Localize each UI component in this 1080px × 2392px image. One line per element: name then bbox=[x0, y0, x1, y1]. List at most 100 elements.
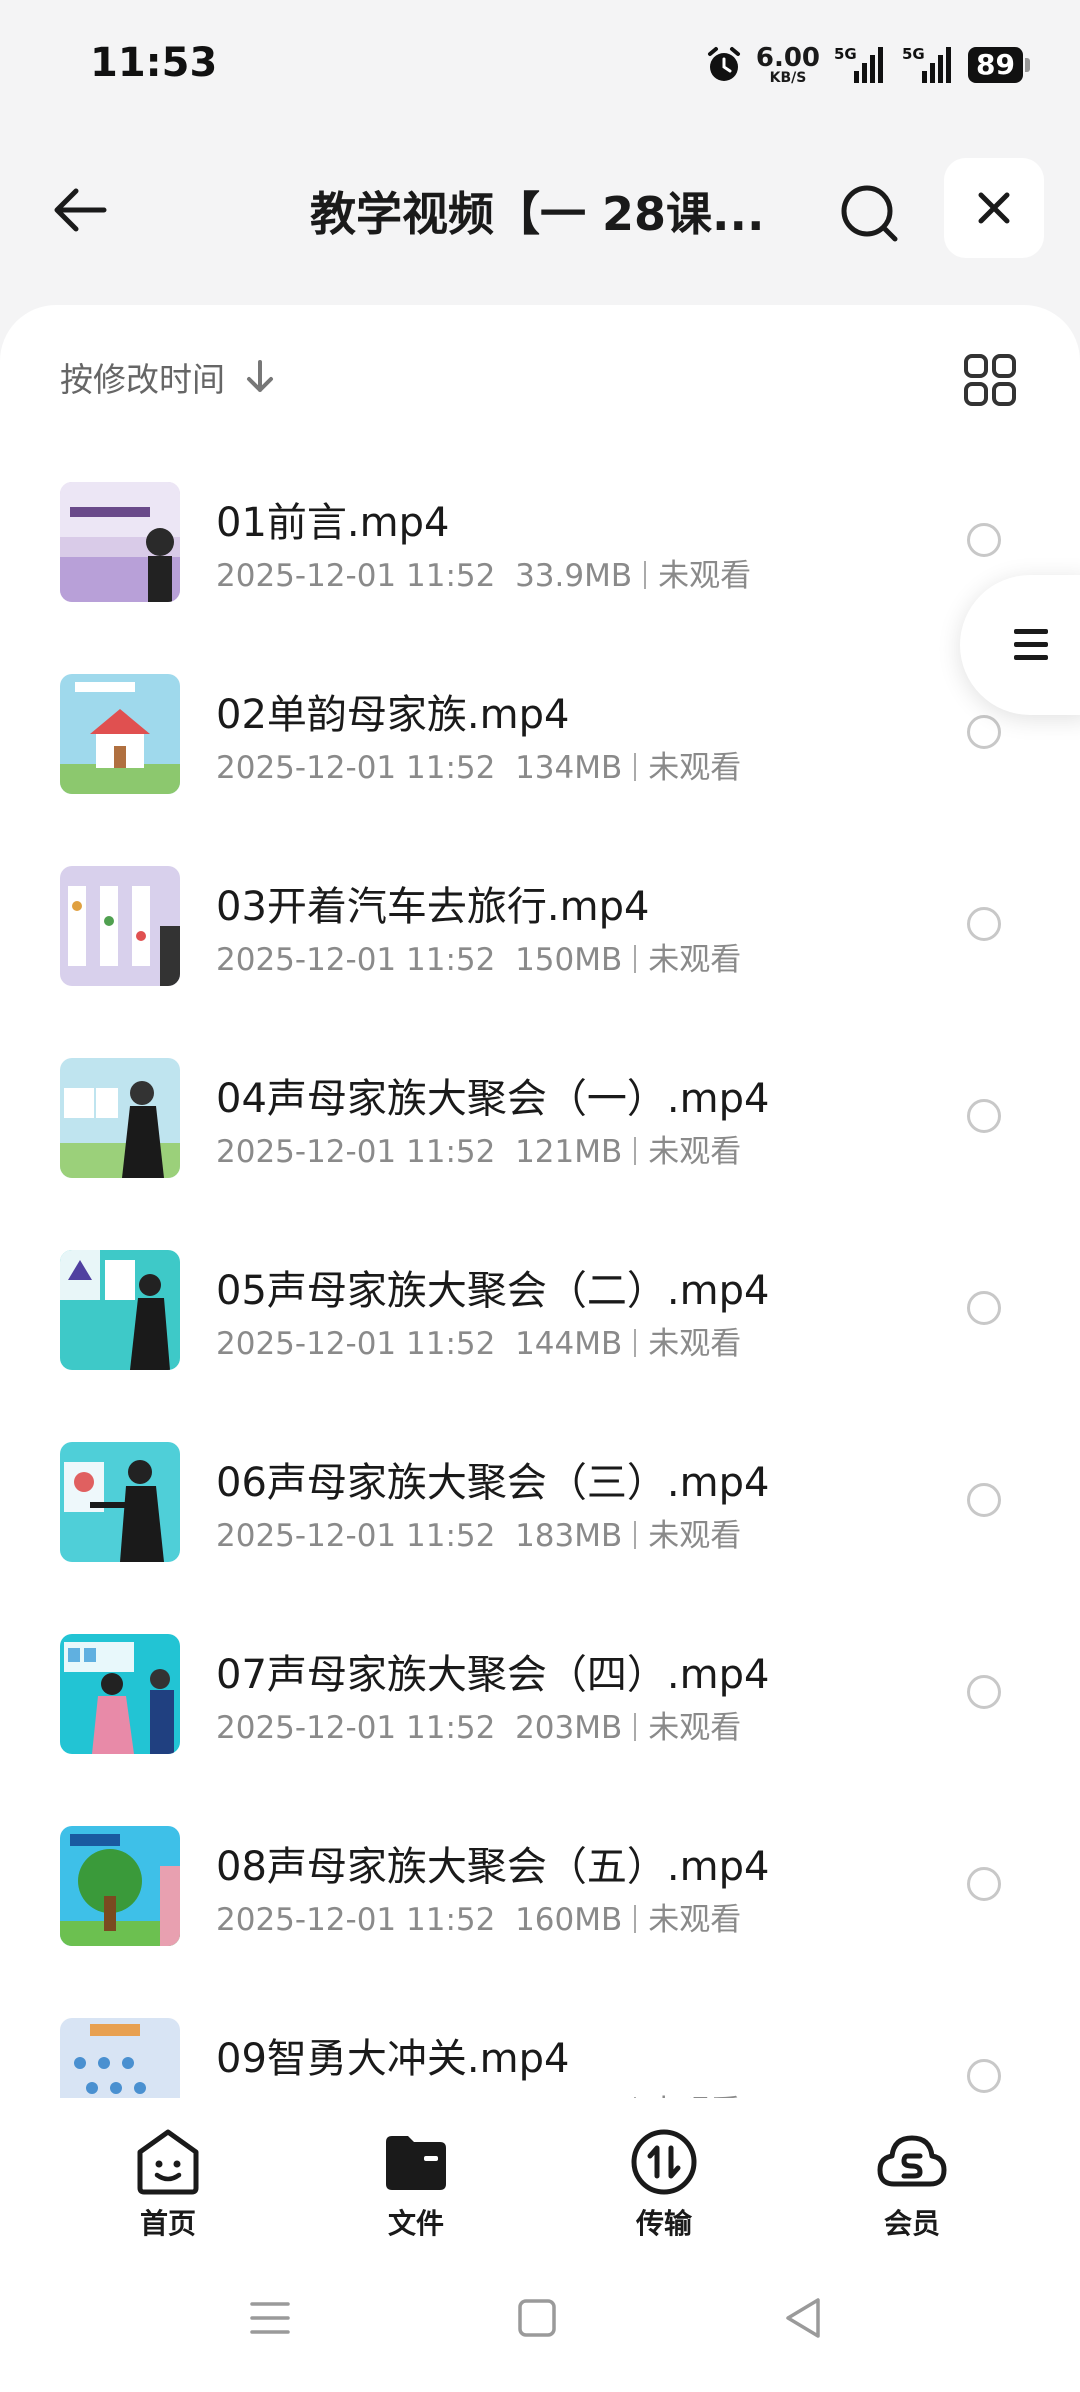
video-thumbnail bbox=[60, 2018, 180, 2105]
file-row[interactable]: 07声母家族大聚会（四）.mp4 2025-12-01 11:52 203MB 未… bbox=[0, 1612, 1080, 1804]
select-checkbox[interactable] bbox=[967, 1099, 1001, 1133]
select-checkbox[interactable] bbox=[967, 1867, 1001, 1901]
battery-tip bbox=[1025, 58, 1030, 72]
menu-lines-icon bbox=[1014, 629, 1048, 660]
transfer-icon bbox=[631, 2129, 697, 2195]
file-name: 08声母家族大聚会（五）.mp4 bbox=[216, 1844, 770, 1890]
video-thumbnail bbox=[60, 674, 180, 794]
meta-divider bbox=[634, 1905, 637, 1933]
nav-home-label: 首页 bbox=[139, 2207, 196, 2240]
file-meta: 2025-12-01 11:52 144MB 未观看 bbox=[216, 1318, 741, 1363]
arrow-down-icon bbox=[247, 360, 273, 392]
net-speed-value: 6.00 bbox=[755, 43, 821, 73]
file-size: 203MB bbox=[515, 1710, 623, 1746]
grid-view-icon bbox=[964, 354, 1016, 406]
file-name: 05声母家族大聚会（二）.mp4 bbox=[216, 1268, 770, 1314]
file-row[interactable]: 05声母家族大聚会（二）.mp4 2025-12-01 11:52 144MB 未… bbox=[0, 1228, 1080, 1420]
select-checkbox[interactable] bbox=[967, 1675, 1001, 1709]
meta-divider bbox=[644, 561, 647, 589]
meta-divider bbox=[634, 1713, 637, 1741]
grid-view-button[interactable] bbox=[960, 350, 1020, 410]
video-thumbnail bbox=[60, 1634, 180, 1754]
nav-home[interactable]: 首页 bbox=[108, 2126, 228, 2242]
video-thumbnail bbox=[60, 1250, 180, 1370]
file-name: 09智勇大冲关.mp4 bbox=[216, 2036, 570, 2082]
search-icon bbox=[841, 185, 898, 242]
search-button[interactable] bbox=[830, 176, 910, 252]
meta-divider bbox=[634, 753, 637, 781]
sort-label: 按修改时间 bbox=[60, 360, 225, 399]
meta-divider bbox=[634, 1329, 637, 1357]
watch-status: 未观看 bbox=[658, 558, 752, 594]
signal-2-label: 5G bbox=[902, 45, 925, 63]
select-checkbox[interactable] bbox=[967, 1483, 1001, 1517]
video-thumbnail bbox=[60, 1058, 180, 1178]
battery-level: 89 bbox=[968, 47, 1023, 83]
file-size: 134MB bbox=[515, 750, 623, 786]
signal-2-icon: 5G bbox=[902, 45, 952, 83]
nav-transfer-label: 传输 bbox=[635, 2207, 692, 2240]
status-bar: 11:53 6.00 KB/S 5G 5G 89 bbox=[0, 0, 1080, 130]
file-row[interactable]: 02单韵母家族.mp4 2025-12-01 11:52 134MB 未观看 bbox=[0, 652, 1080, 844]
watch-status: 未观看 bbox=[648, 1710, 742, 1746]
file-row[interactable]: 01前言.mp4 2025-12-01 11:52 33.9MB 未观看 bbox=[0, 460, 1080, 652]
file-list: 01前言.mp4 2025-12-01 11:52 33.9MB 未观看 02单韵… bbox=[0, 460, 1080, 2105]
file-date: 2025-12-01 11:52 bbox=[216, 942, 496, 978]
file-name: 01前言.mp4 bbox=[216, 500, 450, 546]
bottom-nav: 首页 文件 传输 会员 bbox=[0, 2098, 1080, 2248]
file-size: 121MB bbox=[515, 1134, 623, 1170]
file-name: 04声母家族大聚会（一）.mp4 bbox=[216, 1076, 770, 1122]
alarm-icon bbox=[707, 47, 740, 81]
file-size: 183MB bbox=[515, 1518, 623, 1554]
smiley-icon bbox=[137, 2129, 199, 2195]
file-date: 2025-12-01 11:52 bbox=[216, 1902, 496, 1938]
nav-vip-label: 会员 bbox=[883, 2207, 940, 2240]
video-thumbnail bbox=[60, 1826, 180, 1946]
file-row[interactable]: 04声母家族大聚会（一）.mp4 2025-12-01 11:52 121MB 未… bbox=[0, 1036, 1080, 1228]
close-button[interactable] bbox=[944, 158, 1044, 258]
arrow-left-icon bbox=[54, 188, 107, 232]
nav-files[interactable]: 文件 bbox=[356, 2126, 476, 2242]
watch-status: 未观看 bbox=[648, 1326, 742, 1362]
nav-vip[interactable]: 会员 bbox=[852, 2126, 972, 2242]
file-name: 07声母家族大聚会（四）.mp4 bbox=[216, 1652, 770, 1698]
watch-status: 未观看 bbox=[648, 750, 742, 786]
file-size: 33.9MB bbox=[515, 558, 633, 594]
file-meta: 2025-12-01 11:52 121MB 未观看 bbox=[216, 1126, 741, 1171]
system-nav-bar bbox=[0, 2248, 1080, 2392]
back-button[interactable] bbox=[40, 174, 120, 246]
nav-transfer[interactable]: 传输 bbox=[604, 2126, 724, 2242]
file-meta: 2025-12-01 11:52 33.9MB 未观看 bbox=[216, 550, 751, 595]
nav-files-label: 文件 bbox=[387, 2207, 444, 2240]
select-checkbox[interactable] bbox=[967, 1291, 1001, 1325]
battery-indicator: 89 bbox=[968, 47, 1030, 83]
select-checkbox[interactable] bbox=[967, 907, 1001, 941]
file-size: 160MB bbox=[515, 1902, 623, 1938]
status-time: 11:53 bbox=[90, 40, 218, 86]
file-row[interactable]: 08声母家族大聚会（五）.mp4 2025-12-01 11:52 160MB 未… bbox=[0, 1804, 1080, 1996]
file-list-panel: 按修改时间 01前言.mp4 2025-12-01 11:52 33.9MB 未观… bbox=[0, 305, 1080, 2105]
video-thumbnail bbox=[60, 1442, 180, 1562]
meta-divider bbox=[634, 1521, 637, 1549]
file-date: 2025-12-01 11:52 bbox=[216, 1710, 496, 1746]
file-row[interactable]: 06声母家族大聚会（三）.mp4 2025-12-01 11:52 183MB 未… bbox=[0, 1420, 1080, 1612]
select-checkbox[interactable] bbox=[967, 715, 1001, 749]
select-checkbox[interactable] bbox=[967, 2059, 1001, 2093]
file-date: 2025-12-01 11:52 bbox=[216, 1134, 496, 1170]
file-row[interactable]: 03开着汽车去旅行.mp4 2025-12-01 11:52 150MB 未观看 bbox=[0, 844, 1080, 1036]
recent-apps-icon[interactable] bbox=[240, 2288, 300, 2348]
file-size: 150MB bbox=[515, 942, 623, 978]
file-date: 2025-12-01 11:52 bbox=[216, 1518, 496, 1554]
folder-icon bbox=[386, 2136, 446, 2190]
file-row[interactable]: 09智勇大冲关.mp4 2025-12-01 11:52 213MB未观看 bbox=[0, 1996, 1080, 2105]
back-triangle-icon[interactable] bbox=[774, 2288, 834, 2348]
file-meta: 2025-12-01 11:52 150MB 未观看 bbox=[216, 934, 741, 979]
select-checkbox[interactable] bbox=[967, 523, 1001, 557]
home-square-icon[interactable] bbox=[507, 2288, 567, 2348]
watch-status: 未观看 bbox=[648, 942, 742, 978]
file-name: 02单韵母家族.mp4 bbox=[216, 692, 570, 738]
file-date: 2025-12-01 11:52 bbox=[216, 558, 496, 594]
sort-selector[interactable]: 按修改时间 bbox=[60, 353, 277, 401]
page-title: 教学视频【一 28课... bbox=[310, 187, 765, 241]
cloud-s-icon bbox=[877, 2135, 947, 2187]
